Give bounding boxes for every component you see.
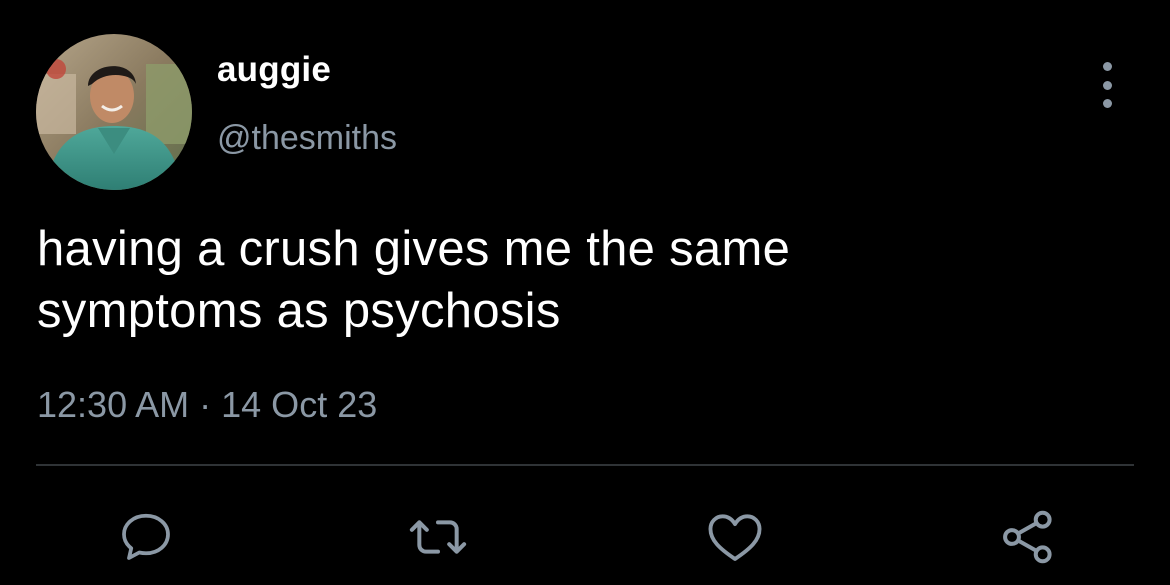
tweet-time: 12:30 AM <box>37 384 190 425</box>
meta-separator: · <box>199 384 212 425</box>
share-button[interactable] <box>996 505 1060 569</box>
display-name[interactable]: auggie <box>217 48 331 92</box>
reply-bubble-icon <box>122 513 170 560</box>
avatar[interactable] <box>36 34 192 190</box>
more-dot <box>1102 62 1112 71</box>
tweet-timestamp[interactable]: 12:30 AM · 14 Oct 23 <box>37 380 377 430</box>
retweet-button[interactable] <box>406 505 470 569</box>
tweet-date: 14 Oct 23 <box>221 384 378 425</box>
user-handle[interactable]: @thesmiths <box>217 116 397 160</box>
tweet-text: having a crush gives me the same symptom… <box>37 222 791 338</box>
tweet-detail: auggie @thesmiths having a crush gives m… <box>0 0 1170 585</box>
retweet-arrows-icon <box>409 520 467 554</box>
like-button[interactable] <box>703 505 767 569</box>
more-dot <box>1102 80 1112 90</box>
avatar-photo <box>36 34 192 190</box>
more-dot <box>1102 99 1112 108</box>
more-options-icon[interactable] <box>1090 62 1124 108</box>
heart-icon <box>708 514 762 561</box>
reply-button[interactable] <box>114 505 178 569</box>
divider <box>36 464 1134 466</box>
share-nodes-icon <box>1003 510 1052 564</box>
